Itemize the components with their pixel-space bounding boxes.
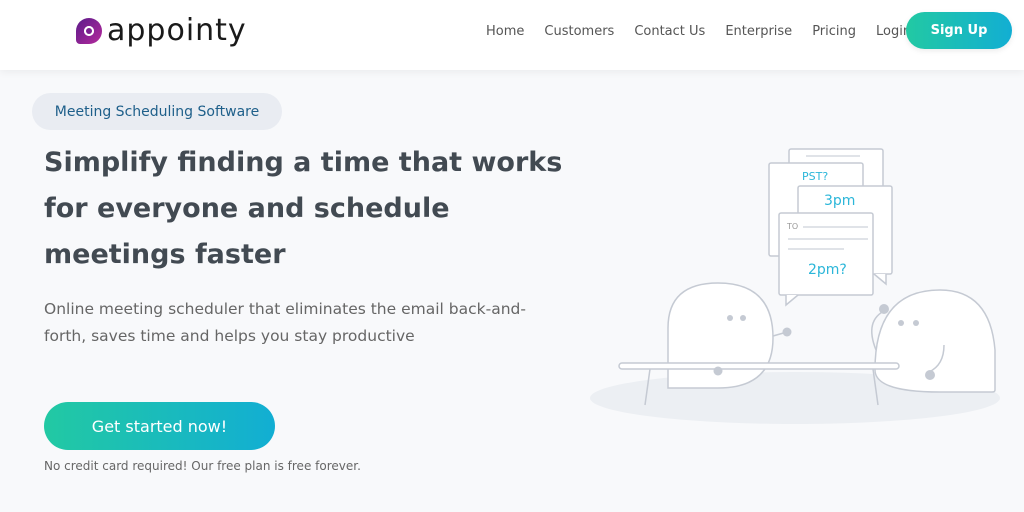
bubble-pst-text: PST? — [802, 170, 828, 183]
nav-contact-us[interactable]: Contact Us — [634, 24, 705, 39]
nav-customers[interactable]: Customers — [544, 24, 614, 39]
logo[interactable]: appointy — [76, 16, 247, 46]
bubble-2pm-text: 2pm? — [808, 262, 847, 278]
bubble-3pm-text: 3pm — [824, 193, 855, 209]
main-nav: Home Customers Contact Us Enterprise Pri… — [486, 24, 931, 39]
nav-pricing[interactable]: Pricing — [812, 24, 856, 39]
logo-text: appointy — [107, 13, 247, 48]
bubble-to-text: TO — [786, 222, 798, 231]
free-plan-note: No credit card required! Our free plan i… — [44, 459, 361, 473]
header: appointy Home Customers Contact Us Enter… — [0, 0, 1024, 70]
category-badge: Meeting Scheduling Software — [32, 93, 282, 130]
nav-home[interactable]: Home — [486, 24, 524, 39]
nav-enterprise[interactable]: Enterprise — [725, 24, 792, 39]
sign-up-button[interactable]: Sign Up — [906, 12, 1012, 49]
logo-icon — [76, 18, 102, 44]
page-title: Simplify finding a time that works for e… — [44, 147, 563, 270]
hero-subtext: Online meeting scheduler that eliminates… — [44, 300, 526, 345]
get-started-button[interactable]: Get started now! — [44, 402, 275, 450]
meeting-illustration: PST? 3pm TO 2pm? — [590, 148, 1000, 424]
